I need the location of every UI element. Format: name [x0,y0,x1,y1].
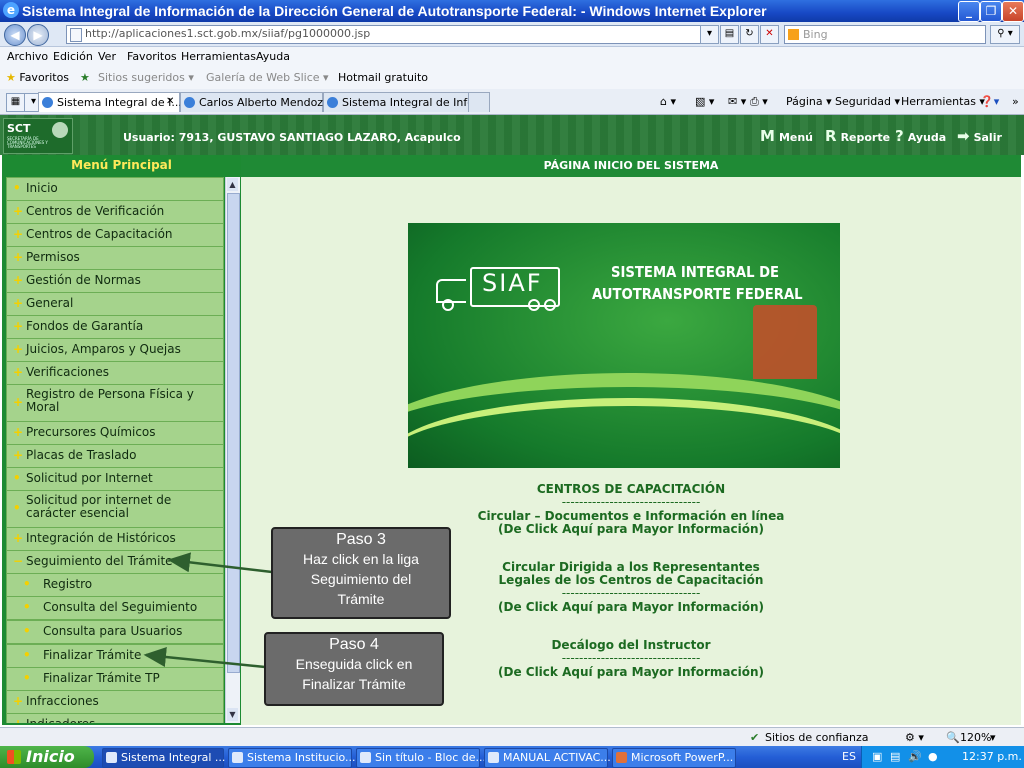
callout-line: Finalizar Trámite [302,676,406,692]
ie-icon [232,752,243,763]
zoom-dropdown-icon[interactable]: ▾ [990,731,996,744]
zoom-icon: 🔍 [946,731,960,744]
status-bar: ✔ Sitios de confianza ⚙ ▾ 🔍 120% ▾ [0,727,1024,747]
callout-paso-4: Paso 4 Enseguida click en Finalizar Trám… [264,632,444,706]
language-indicator[interactable]: ES [842,750,856,763]
system-tray: ES ▣ ▤ 🔊 ● 12:37 p.m. [842,746,1024,768]
notepad-icon [360,752,371,763]
arrow-paso4 [143,647,266,669]
network-icon[interactable]: ▤ [890,750,900,763]
security-zone[interactable]: Sitios de confianza [765,731,869,744]
arrow-paso3 [167,552,273,574]
taskbar: Inicio Sistema Integral ... Sistema Inst… [0,746,1024,768]
task-powerpoint[interactable]: Microsoft PowerP... [612,748,736,768]
callout-line: Haz click en la liga [303,551,419,567]
callout-paso-3: Paso 3 Haz click en la liga Seguimiento … [271,527,451,619]
task-sistema-institucional[interactable]: Sistema Institucio... [228,748,356,768]
zoom-level[interactable]: 120% [960,731,991,744]
volume-icon[interactable]: 🔊 [908,750,922,763]
powerpoint-icon [616,752,627,763]
ie-icon [106,752,117,763]
ati-icon[interactable]: ▣ [872,750,882,763]
task-sistema-integral[interactable]: Sistema Integral ... [102,748,225,768]
tray-app-icon[interactable]: ● [928,750,938,763]
clock[interactable]: 12:37 p.m. [962,750,1022,763]
callout-arrows [143,552,273,669]
task-bloc-de-notas[interactable]: Sin título - Bloc de... [356,748,486,768]
callout-title: Paso 3 [336,531,386,548]
callout-line: Trámite [337,591,385,607]
task-manual-activacion[interactable]: MANUAL ACTIVAC... [484,748,611,768]
callout-line: Enseguida click en [295,656,413,672]
windows-logo-icon [7,750,21,764]
start-button[interactable]: Inicio [0,746,94,768]
protected-mode-icon[interactable]: ⚙ ▾ [905,731,924,744]
callout-line: Seguimiento del [310,571,412,587]
checkmark-icon: ✔ [750,731,760,744]
document-icon [488,752,499,763]
callout-title: Paso 4 [329,636,379,653]
